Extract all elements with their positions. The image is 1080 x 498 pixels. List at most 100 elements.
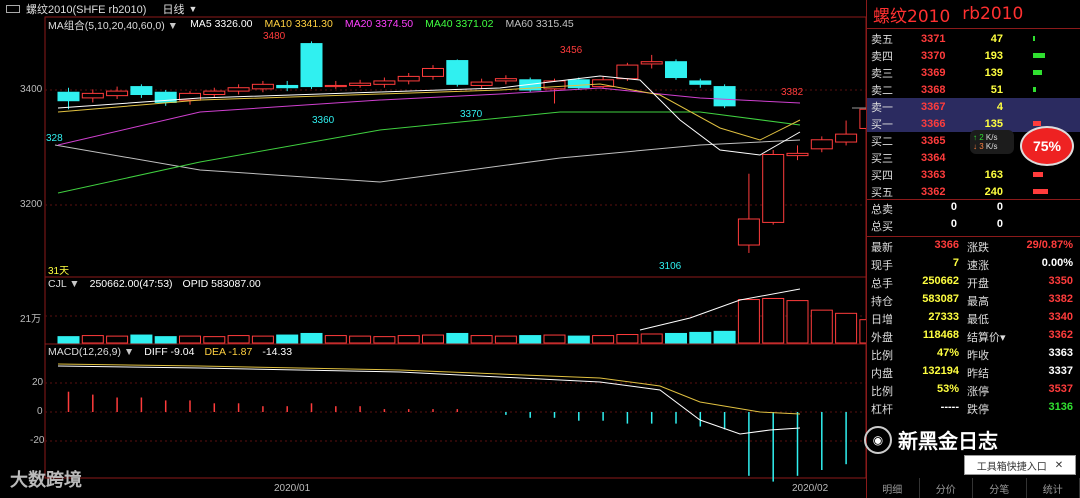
volume-bar [762,297,785,344]
quote-stat-row: 杠杆 ----- 跌停 3136 [867,401,1080,419]
ma5-line [57,75,801,156]
order-level-name: 卖二 [871,84,893,97]
stat-label: 涨停 [967,386,989,398]
order-level-name: 卖五 [871,33,893,46]
order-book-row[interactable]: 卖二 3368 51 [867,81,1080,98]
volume-indicator-selector[interactable]: CJL ▼ [48,278,80,290]
cpu-gauge[interactable]: 75% [1020,126,1074,166]
order-level-name: 卖三 [871,67,893,80]
candle-body [81,92,104,99]
volume-bar [665,332,687,344]
annotation-low-328: 328 [46,133,63,144]
volume-bar [543,334,566,344]
volume-bar [130,334,153,344]
stat-label: 外盘 [871,332,893,344]
annotation-low-3360: 3360 [312,115,335,126]
stat-label: 比例 [871,386,893,398]
detail-tab[interactable]: 明细 [866,478,920,498]
volume-bar [349,335,372,344]
quote-stat-row: 日增 27333 最低 3340 [867,311,1080,329]
chevron-down-icon: ▼ [69,278,80,290]
stat-label: 速涨 [967,260,989,272]
stat-value: 132194 [922,365,959,377]
stat-label: 比例 [871,350,893,362]
volume-bar [567,335,590,344]
candle-body [737,218,760,246]
ma-group-selector[interactable]: MA组合(5,10,20,40,60,0) ▼ [48,18,178,33]
days-count: 31天 [48,266,70,277]
candle-body [640,61,663,65]
volume-bar [300,332,323,344]
detail-tab[interactable]: 分价 [920,478,973,498]
volume-bar [713,330,736,344]
order-price: 3370 [921,49,946,62]
order-volume-bar [1033,87,1036,92]
volume-bar [640,333,663,344]
stat-label: 跌停 [967,404,989,416]
order-price: 3369 [921,66,946,79]
order-volume: 193 [984,49,1003,62]
chevron-down-icon: ▼ [123,346,135,358]
quote-stat-row: 最新 3366 涨跌 29/0.87% [867,239,1080,257]
divider [867,28,1080,29]
volume-bar [179,335,201,344]
kline-chart[interactable] [0,0,866,498]
order-book-row[interactable]: 卖一 3367 4 [867,98,1080,115]
stat-value: 3363 [1048,347,1073,359]
volume-bars [57,297,866,344]
x-axis-label-2020-01: 2020/01 [274,483,311,494]
candle-body [567,79,590,89]
period-selector[interactable]: 日线 [162,1,184,17]
opid-value: OPID 583087.00 [182,278,261,290]
volume-bar [786,300,809,344]
close-icon[interactable]: ✕ [1055,460,1063,471]
stat-value: 3340 [1048,311,1073,323]
macd-indicator-selector[interactable]: MACD(12,26,9) ▼ [48,346,134,358]
volume-bar [592,335,615,344]
stat-value: 47% [936,347,959,359]
chevron-down-icon[interactable]: ▼ [188,4,197,14]
stat-value: 3366 [934,239,959,251]
candle-body [422,67,444,77]
annotation-low-3106: 3106 [659,261,682,272]
macd-dea-value: DEA -1.87 [204,346,253,358]
quote-stat-row: 比例 53% 涨停 3537 [867,383,1080,401]
speed-up: ↑ 2 [973,133,984,142]
stat-label: 内盘 [871,368,893,380]
ma60-label: MA60 3315.45 [505,18,574,30]
detail-tab[interactable]: 分笔 [973,478,1027,498]
detail-tab[interactable]: 统计 [1027,478,1080,498]
symbol-title: 螺纹2010(SHFE rb2010) [26,3,147,16]
link-icon[interactable] [6,4,20,13]
chart-title-bar: 螺纹2010(SHFE rb2010) 日线 ▼ [0,0,866,17]
order-book-row[interactable]: 买四 3363 163 [867,166,1080,183]
stat-value: 3136 [1048,401,1073,413]
order-price: 3368 [921,83,946,96]
order-total-row: 总卖 0 0 [867,201,1080,219]
stat-value: ----- [940,401,959,413]
stat-label: 现手 [871,260,893,272]
order-book-row[interactable]: 卖五 3371 47 [867,30,1080,47]
ma60-line [54,139,801,183]
stat-label: 涨跌 [967,242,989,254]
macd-axis-20: 20 [32,377,44,388]
order-volume: 240 [984,185,1003,198]
toolbox-shortcut-tooltip[interactable]: 工具箱快捷入口 ✕ [964,455,1076,475]
watermark-left-text: 大数跨境 [10,470,82,490]
order-price: 3365 [921,134,946,147]
order-volume-bar [1033,121,1041,126]
stat-label: 昨收 [967,350,989,362]
order-book-row[interactable]: 卖四 3370 193 [867,47,1080,64]
order-book-row[interactable]: 买五 3362 240 [867,183,1080,200]
macd-indicator-name: MACD(12,26,9) [48,346,121,358]
macd-histogram [67,391,847,482]
order-price: 3363 [921,168,946,181]
gauge-value: 75% [1032,138,1062,154]
watermark-right-text: 新黑金日志 [898,431,998,453]
order-level-name: 买二 [871,135,893,148]
candlestick-series [57,41,866,253]
volume-bar [810,309,833,344]
order-book-row[interactable]: 卖三 3369 139 [867,64,1080,81]
volume-bar [324,335,347,344]
macd-dea-line [57,363,801,415]
